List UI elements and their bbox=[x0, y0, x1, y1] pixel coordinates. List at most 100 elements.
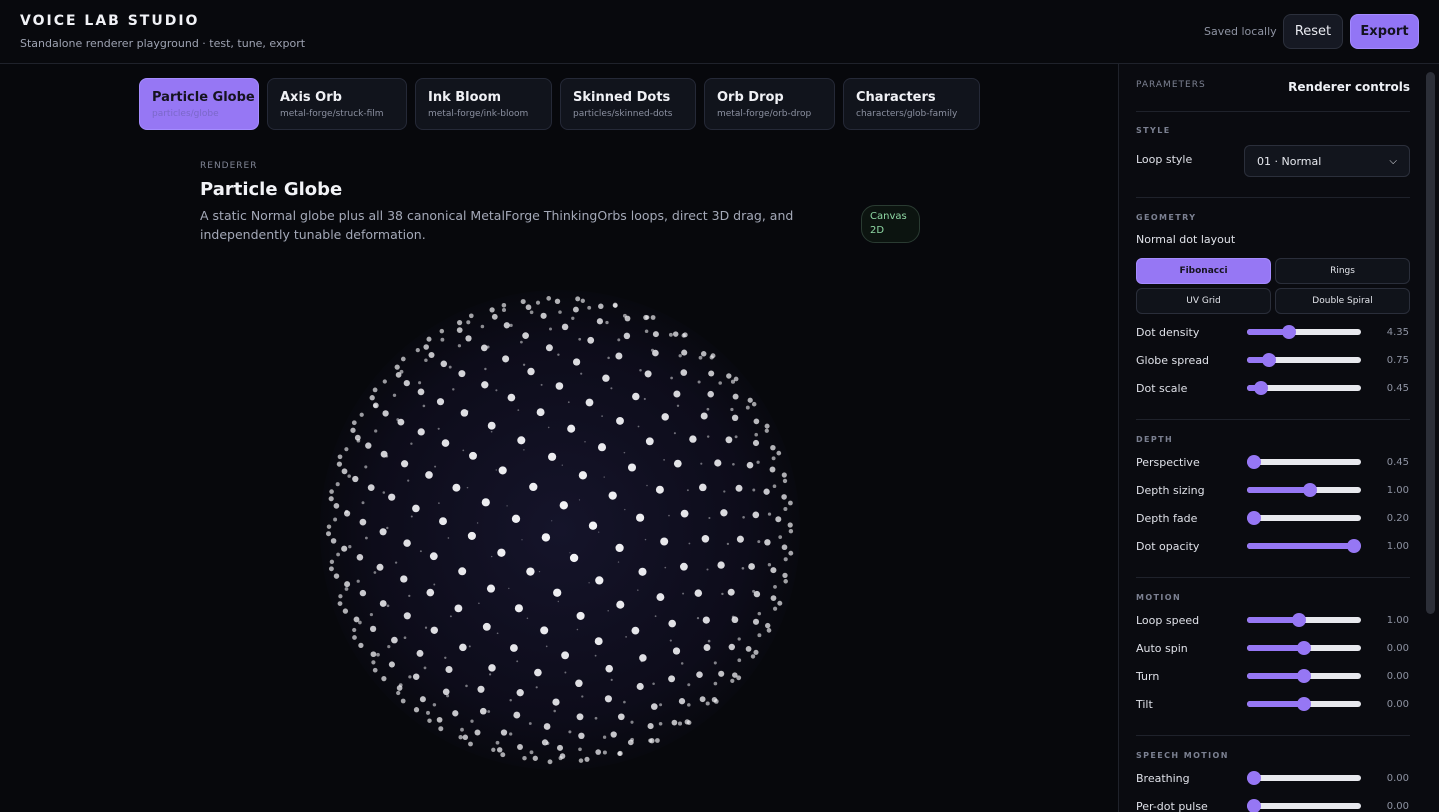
export-button[interactable]: Export bbox=[1350, 14, 1419, 49]
breathing-slider[interactable] bbox=[1246, 771, 1361, 785]
globe-dot bbox=[408, 594, 411, 598]
dot-density-slider[interactable] bbox=[1247, 325, 1361, 339]
depth-fade-slider[interactable] bbox=[1246, 511, 1361, 525]
slider-thumb[interactable] bbox=[1292, 613, 1307, 627]
loop-speed-slider[interactable] bbox=[1247, 613, 1361, 627]
slider-thumb[interactable] bbox=[1347, 539, 1362, 553]
slider-thumb[interactable] bbox=[1261, 353, 1276, 367]
perspective-slider[interactable] bbox=[1246, 455, 1361, 469]
slider-thumb[interactable] bbox=[1246, 511, 1261, 525]
dot-opacity-slider[interactable] bbox=[1247, 539, 1362, 553]
tab-ink-bloom[interactable]: Ink Bloom metal-forge/ink-bloom bbox=[415, 78, 552, 130]
globe-dot bbox=[509, 644, 518, 652]
layout-uv-grid-button[interactable]: UV Grid bbox=[1136, 288, 1271, 314]
globe-dot bbox=[610, 387, 613, 390]
globe-dot bbox=[682, 592, 685, 595]
auto-spin-slider[interactable] bbox=[1247, 641, 1361, 655]
reset-button[interactable]: Reset bbox=[1283, 14, 1343, 49]
globe-dot bbox=[770, 444, 776, 451]
globe-dot bbox=[717, 561, 725, 569]
globe-dot bbox=[503, 322, 510, 329]
slider-thumb[interactable] bbox=[1246, 455, 1261, 469]
tab-path: characters/glob-family bbox=[856, 109, 958, 119]
globe-dot bbox=[467, 531, 476, 540]
globe-dot bbox=[545, 645, 548, 648]
globe-spread-slider[interactable] bbox=[1247, 353, 1361, 367]
breathing-value: 0.00 bbox=[1386, 773, 1409, 784]
tilt-slider[interactable] bbox=[1247, 697, 1361, 711]
per-dot-pulse-slider[interactable] bbox=[1246, 799, 1361, 812]
globe-dot bbox=[700, 412, 708, 420]
slider-thumb[interactable] bbox=[1282, 325, 1297, 339]
globe-dot bbox=[585, 398, 594, 407]
globe-dot bbox=[713, 681, 718, 686]
globe-canvas[interactable] bbox=[300, 270, 820, 790]
tab-characters[interactable]: Characters characters/glob-family bbox=[843, 78, 980, 130]
tab-name: Skinned Dots bbox=[573, 90, 671, 105]
globe-dot bbox=[403, 612, 411, 620]
globe-dot bbox=[754, 432, 758, 437]
section-speech-motion-heading: SPEECH MOTION bbox=[1136, 751, 1229, 760]
globe-dot bbox=[624, 508, 626, 511]
globe-dot bbox=[487, 710, 491, 713]
tab-particle-globe[interactable]: Particle Globe particles/globe bbox=[139, 78, 259, 130]
globe-dot bbox=[456, 319, 463, 326]
tab-path: metal-forge/orb-drop bbox=[717, 109, 812, 119]
dot-scale-slider[interactable] bbox=[1247, 381, 1361, 395]
globe-dot bbox=[529, 310, 534, 315]
globe-dot bbox=[673, 459, 682, 468]
globe-dot bbox=[445, 665, 453, 674]
globe-dot bbox=[352, 635, 357, 640]
globe-dot bbox=[730, 407, 734, 412]
layout-fibonacci-button[interactable]: Fibonacci bbox=[1136, 258, 1271, 284]
globe-dot bbox=[478, 602, 480, 605]
globe-dot bbox=[773, 585, 777, 589]
globe-dot bbox=[661, 413, 669, 421]
saved-status: Saved locally bbox=[1204, 25, 1277, 38]
globe-dot bbox=[496, 632, 499, 635]
slider-thumb[interactable] bbox=[1297, 697, 1311, 711]
globe-dot bbox=[438, 502, 440, 504]
globe-dot bbox=[732, 393, 739, 400]
slider-thumb[interactable] bbox=[1246, 771, 1261, 785]
globe-dot bbox=[403, 379, 410, 387]
globe-spread-value: 0.75 bbox=[1386, 355, 1409, 366]
globe-dot bbox=[547, 426, 550, 429]
tab-path: metal-forge/struck-film bbox=[280, 109, 384, 119]
panel-scrollbar[interactable] bbox=[1426, 72, 1435, 614]
globe-dot bbox=[424, 626, 428, 629]
globe-dot bbox=[676, 404, 680, 407]
tab-orb-drop[interactable]: Orb Drop metal-forge/orb-drop bbox=[704, 78, 835, 130]
tab-name: Particle Globe bbox=[152, 90, 255, 105]
globe-dot bbox=[352, 475, 359, 483]
globe-dot bbox=[706, 407, 710, 411]
loop-style-select[interactable]: 01 · Normal ⌵ bbox=[1244, 145, 1410, 177]
globe-dot bbox=[686, 720, 692, 725]
depth-sizing-slider[interactable] bbox=[1247, 483, 1361, 497]
globe-dot bbox=[348, 545, 352, 549]
tab-path: particles/skinned-dots bbox=[573, 109, 673, 119]
layout-rings-button[interactable]: Rings bbox=[1275, 258, 1410, 284]
tab-axis-orb[interactable]: Axis Orb metal-forge/struck-film bbox=[267, 78, 407, 130]
turn-slider[interactable] bbox=[1247, 669, 1361, 683]
globe-dot bbox=[370, 651, 377, 658]
globe-dot bbox=[555, 382, 564, 390]
slider-thumb[interactable] bbox=[1297, 641, 1311, 655]
globe-dot bbox=[501, 307, 507, 313]
tab-skinned-dots[interactable]: Skinned Dots particles/skinned-dots bbox=[560, 78, 696, 130]
canvas-badge: Canvas 2D bbox=[861, 205, 920, 243]
tab-name: Ink Bloom bbox=[428, 90, 502, 105]
turn-label: Turn bbox=[1136, 670, 1160, 683]
globe-dot bbox=[509, 323, 513, 328]
tab-path: metal-forge/ink-bloom bbox=[428, 109, 529, 119]
slider-thumb[interactable] bbox=[1297, 669, 1311, 683]
slider-thumb[interactable] bbox=[1302, 483, 1317, 497]
globe-dot bbox=[706, 568, 709, 571]
slider-thumb[interactable] bbox=[1253, 381, 1268, 395]
globe-dot bbox=[636, 513, 645, 522]
slider-thumb[interactable] bbox=[1246, 799, 1261, 812]
renderer-title: Particle Globe bbox=[200, 179, 343, 200]
globe-dot bbox=[525, 304, 532, 311]
layout-double-spiral-button[interactable]: Double Spiral bbox=[1275, 288, 1410, 314]
globe-dot bbox=[468, 313, 474, 319]
